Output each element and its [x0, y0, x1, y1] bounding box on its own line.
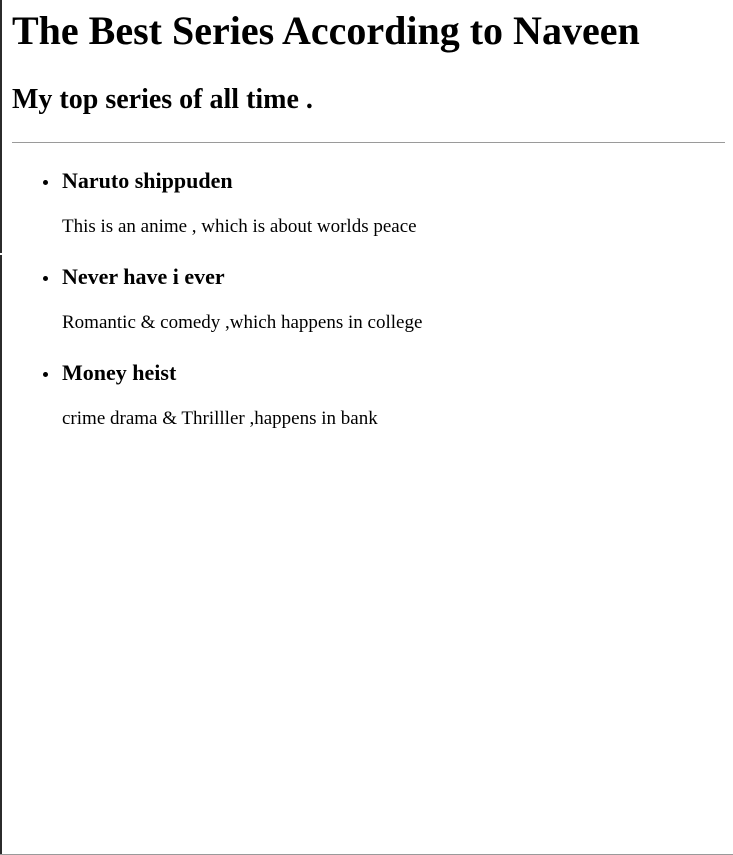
list-item: Never have i ever Romantic & comedy ,whi…: [12, 263, 725, 335]
list-item: Money heist crime drama & Thrilller ,hap…: [12, 359, 725, 431]
horizontal-divider: [12, 142, 725, 143]
bullet-icon: [43, 372, 48, 377]
window-border-notch: [0, 253, 2, 255]
series-description: crime drama & Thrilller ,happens in bank: [62, 408, 378, 429]
bullet-icon: [43, 276, 48, 281]
bullet-icon: [43, 180, 48, 185]
list-item: Naruto shippuden This is an anime , whic…: [12, 167, 725, 239]
window-left-border: [0, 0, 2, 855]
page-title: The Best Series According to Naveen: [12, 8, 640, 53]
page-content: The Best Series According to Naveen My t…: [12, 0, 725, 455]
series-title: Money heist: [62, 360, 177, 385]
series-list: Naruto shippuden This is an anime , whic…: [12, 167, 725, 431]
series-title: Never have i ever: [62, 264, 225, 289]
page-subtitle: My top series of all time .: [12, 84, 313, 115]
series-description: Romantic & comedy ,which happens in coll…: [62, 312, 423, 333]
series-title: Naruto shippuden: [62, 168, 233, 193]
series-description: This is an anime , which is about worlds…: [62, 216, 417, 237]
